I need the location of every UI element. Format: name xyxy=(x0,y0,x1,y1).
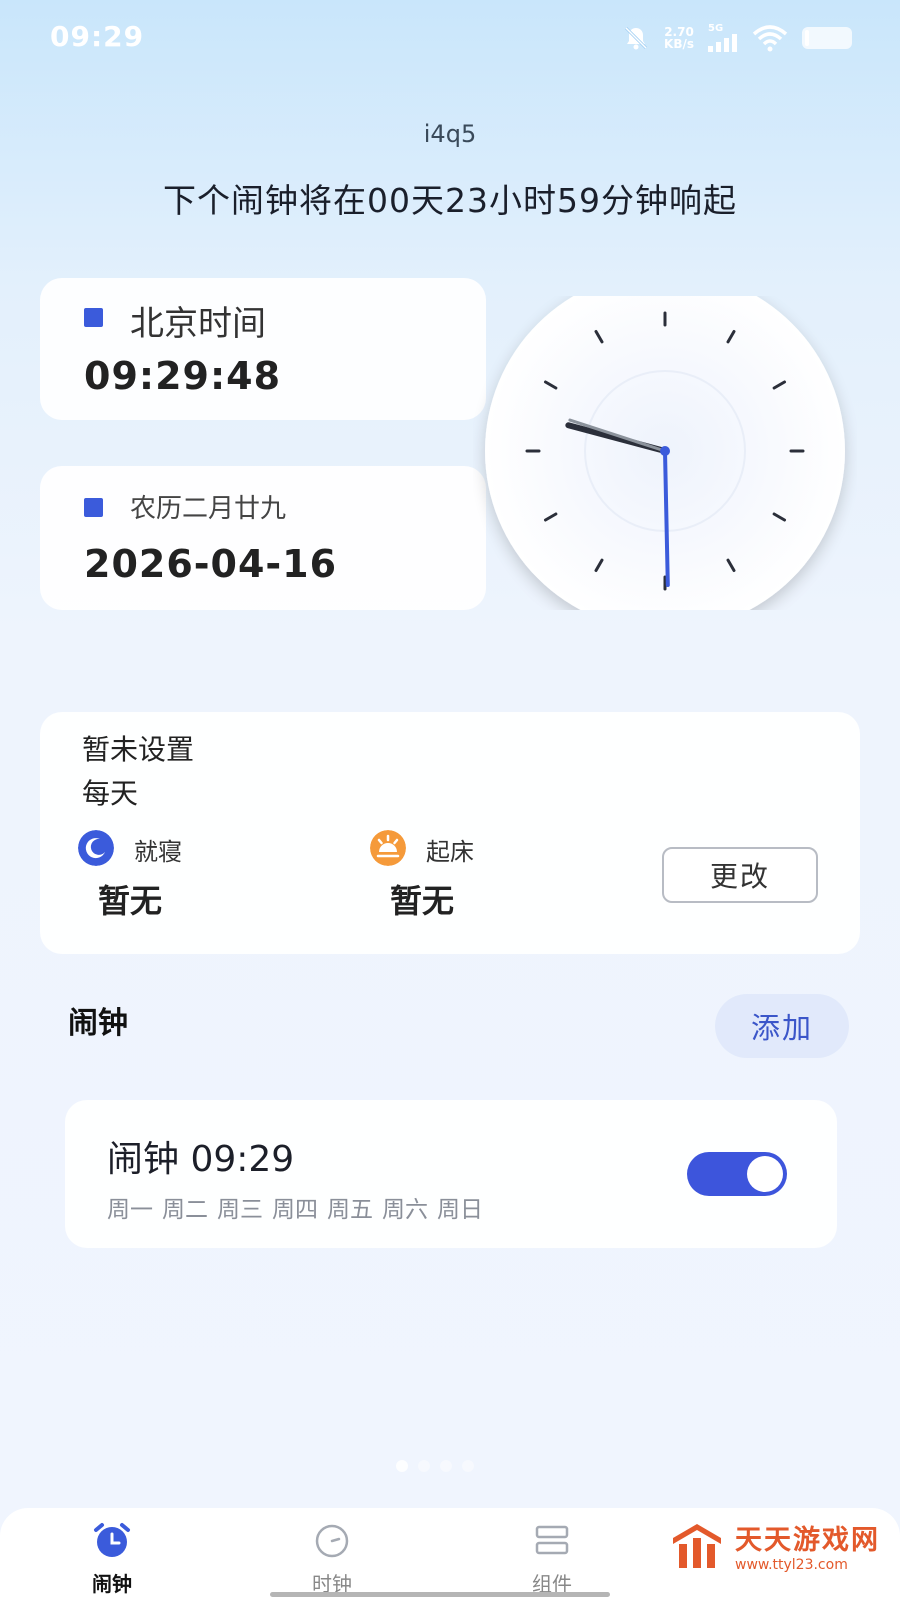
wakeup-label: 起床 xyxy=(426,838,474,866)
watermark-row: 天天游戏网 www.ttyl23.com xyxy=(669,1518,880,1573)
analog-clock-face xyxy=(485,271,845,631)
bell-off-icon xyxy=(624,26,648,50)
add-alarm-button[interactable]: 添加 xyxy=(715,994,849,1058)
watermark: 天天游戏网 www.ttyl23.com xyxy=(669,1518,880,1573)
net-speed: 2.70 KB/s xyxy=(664,26,694,50)
day-label: 周日 xyxy=(437,1197,483,1223)
sunrise-icon xyxy=(370,830,406,866)
beijing-time-value: 09:29:48 xyxy=(84,354,282,398)
beijing-time-card: 北京时间 09:29:48 xyxy=(40,278,486,420)
network-type: 5G xyxy=(708,23,724,34)
gregorian-date: 2026-04-16 xyxy=(84,542,338,586)
next-alarm-countdown: 下个闹钟将在00天23小时59分钟响起 xyxy=(163,181,737,220)
sleep-repeat: 每天 xyxy=(82,777,139,810)
watermark-logo-icon xyxy=(673,1523,721,1568)
widgets-icon xyxy=(535,1525,569,1555)
alarm-toggle[interactable] xyxy=(687,1152,787,1196)
wifi-icon xyxy=(752,25,788,52)
alarm-title: 闹钟 09:29 xyxy=(107,1139,295,1180)
alarm-clock-icon xyxy=(94,1523,130,1557)
day-label: 周三 xyxy=(217,1197,263,1223)
bottom-tab-bar: 闹钟 时钟 组件 天天游戏网 www.ttyl23.com xyxy=(0,1508,900,1600)
lunar-date: 农历二月廿九 xyxy=(130,494,287,524)
page-indicator xyxy=(396,1460,474,1472)
battery-icon xyxy=(802,27,852,49)
alarm-item[interactable]: 闹钟 09:29 周一 周二 周三 周四 周五 周六 周日 xyxy=(65,1100,837,1248)
tab-widgets[interactable]: 组件 xyxy=(492,1522,612,1597)
watermark-url: www.ttyl23.com xyxy=(735,1557,848,1573)
day-label: 周二 xyxy=(162,1197,208,1223)
date-card: 农历二月廿九 2026-04-16 xyxy=(40,466,486,610)
tab-clock[interactable]: 时钟 xyxy=(272,1522,392,1597)
page-dot xyxy=(418,1460,430,1472)
status-bar: 09:29 2.70 KB/s 5G xyxy=(0,0,900,76)
analog-clock xyxy=(473,271,857,631)
tab-alarm[interactable]: 闹钟 xyxy=(52,1522,172,1597)
alarm-section-title: 闹钟 xyxy=(68,1006,128,1041)
day-label: 周一 xyxy=(107,1197,153,1223)
tab-alarm-label: 闹钟 xyxy=(92,1572,132,1596)
watermark-text: 天天游戏网 www.ttyl23.com xyxy=(735,1518,880,1573)
status-time: 09:29 xyxy=(50,20,145,53)
bedtime-value: 暂无 xyxy=(98,882,163,920)
change-schedule-button[interactable]: 更改 xyxy=(662,847,818,903)
beijing-time-title: 北京时间 xyxy=(130,304,266,344)
device-name: i4q5 xyxy=(423,120,477,148)
toggle-knob xyxy=(747,1156,783,1192)
bedtime-label: 就寝 xyxy=(134,838,182,866)
moon-icon xyxy=(78,830,114,866)
title-bullet xyxy=(84,308,103,327)
watermark-title: 天天游戏网 xyxy=(735,1525,880,1556)
signal-group: 5G xyxy=(708,24,738,52)
clock-center xyxy=(660,446,670,456)
status-icons: 2.70 KB/s 5G xyxy=(622,22,852,54)
minute-hand xyxy=(663,449,670,587)
signal-icon xyxy=(708,34,737,52)
page-dot xyxy=(396,1460,408,1472)
page-dot xyxy=(440,1460,452,1472)
home-indicator[interactable] xyxy=(270,1592,610,1597)
day-label: 周四 xyxy=(272,1197,318,1223)
day-label: 周五 xyxy=(327,1197,373,1223)
net-speed-unit: KB/s xyxy=(664,37,694,51)
page-dot xyxy=(462,1460,474,1472)
alarm-repeat-days: 周一 周二 周三 周四 周五 周六 周日 xyxy=(107,1190,483,1224)
date-bullet xyxy=(84,498,103,517)
day-label: 周六 xyxy=(382,1197,428,1223)
sleep-schedule-card: 暂未设置 每天 就寝 暂无 起床 暂无 更改 xyxy=(40,712,860,954)
wakeup-value: 暂无 xyxy=(390,882,455,920)
clock-icon xyxy=(315,1524,349,1558)
sleep-status: 暂未设置 xyxy=(82,733,195,766)
